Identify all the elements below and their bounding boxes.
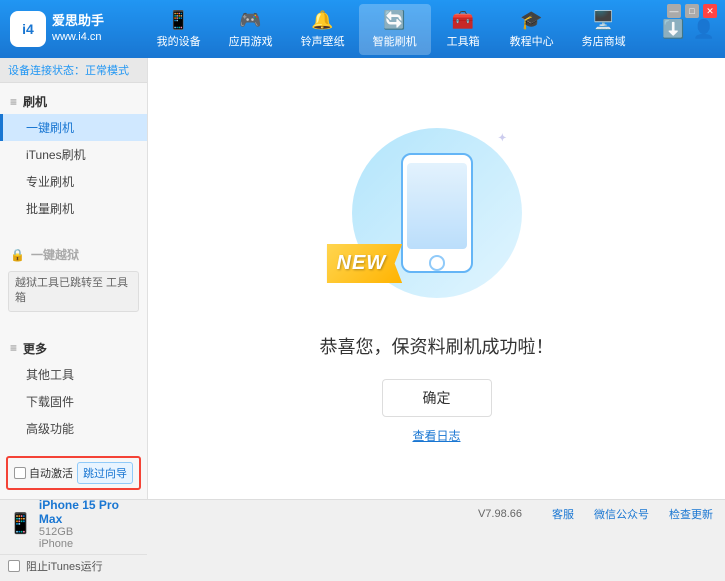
service-icon: 🖥️ [592, 10, 614, 31]
tab-apps-games[interactable]: 🎮 应用游戏 [215, 4, 287, 55]
more-section-title: ≡ 更多 [0, 336, 147, 361]
sidebar-item-download-firmware[interactable]: 下载固件 [0, 388, 147, 415]
content-area: ✦ ✦ ✦ ★ NEW ★ 恭喜您，保资料刷机成功啦！ 确定 查看日志 [148, 58, 725, 499]
apps-icon: 🎮 [239, 10, 261, 31]
window-controls: — □ ✕ [667, 4, 717, 18]
jailbreak-label: 一键越狱 [31, 246, 79, 263]
nav-tabs: 📱 我的设备 🎮 应用游戏 🔔 铃声壁纸 🔄 智能刷机 🧰 工具箱 🎓 教程中心… [120, 4, 662, 55]
tab-flash-label: 智能刷机 [373, 33, 417, 49]
tab-toolbox[interactable]: 🧰 工具箱 [431, 4, 496, 55]
status-label: 设备连接状态： [8, 65, 85, 77]
wechat-link[interactable]: 微信公众号 [594, 506, 649, 522]
tab-service[interactable]: 🖥️ 务店商域 [568, 4, 640, 55]
version-label: V7.98.66 [478, 508, 522, 520]
tab-service-label: 务店商域 [582, 33, 626, 49]
maximize-button[interactable]: □ [685, 4, 699, 18]
status-value: 正常模式 [85, 65, 129, 77]
phone-home-btn [429, 255, 445, 271]
toolbox-icon: 🧰 [452, 10, 474, 31]
sparkle-top-left: ✦ [362, 138, 374, 155]
phone-screen [407, 163, 467, 249]
ringtone-icon: 🔔 [311, 10, 333, 31]
logo-char: i4 [22, 21, 34, 37]
sidebar-bottom: 自动激活 跳过向导 📱 iPhone 15 Pro Max 512GB iPho… [0, 448, 147, 581]
device-type: iPhone [39, 538, 139, 550]
jailbreak-section: 🔒 一键越狱 越狱工具已跳转至 工具箱 [0, 236, 147, 322]
sidebar: 设备连接状态：正常模式 ≡ 刷机 一键刷机 iTunes刷机 专业刷机 批量刷机… [0, 58, 148, 499]
sidebar-item-batch-flash[interactable]: 批量刷机 [0, 195, 147, 222]
sidebar-item-other-tools[interactable]: 其他工具 [0, 361, 147, 388]
tab-ringtone[interactable]: 🔔 铃声壁纸 [287, 4, 359, 55]
lock-icon: 🔒 [10, 248, 25, 262]
sparkle-top-right: ✦ [498, 133, 506, 144]
success-message: 恭喜您，保资料刷机成功啦！ [320, 333, 554, 359]
logo-text: 爱思助手 www.i4.cn [52, 12, 104, 46]
customer-service-link[interactable]: 客服 [552, 506, 574, 522]
device-name: iPhone 15 Pro Max [39, 498, 139, 526]
auto-activate-label: 自动激活 [29, 465, 73, 481]
sidebar-item-itunes-flash[interactable]: iTunes刷机 [0, 141, 147, 168]
flash-section: ≡ 刷机 一键刷机 iTunes刷机 专业刷机 批量刷机 [0, 83, 147, 228]
new-badge: ★ NEW ★ [327, 244, 403, 283]
jailbreak-notice: 越狱工具已跳转至 工具箱 [8, 271, 139, 312]
device-details: iPhone 15 Pro Max 512GB iPhone [39, 498, 139, 550]
main-layout: 设备连接状态：正常模式 ≡ 刷机 一键刷机 iTunes刷机 专业刷机 批量刷机… [0, 58, 725, 499]
new-text: NEW [337, 252, 387, 275]
logo-area: i4 爱思助手 www.i4.cn [10, 11, 120, 47]
website: www.i4.cn [52, 30, 104, 45]
stop-itunes-row[interactable]: 阻止iTunes运行 [0, 554, 147, 577]
brand-name: 爱思助手 [52, 12, 104, 30]
tab-tutorial[interactable]: 🎓 教程中心 [496, 4, 568, 55]
tab-smart-flash[interactable]: 🔄 智能刷机 [359, 4, 431, 55]
auto-activate-row: 自动激活 跳过向导 [6, 456, 141, 490]
logo-icon: i4 [10, 11, 46, 47]
top-right-area: ⬇️ 👤 [662, 19, 715, 40]
flash-section-label: 刷机 [23, 93, 47, 110]
device-icon: 📱 [167, 10, 189, 31]
auto-activate-checkbox[interactable]: 自动激活 [14, 465, 73, 481]
confirm-button[interactable]: 确定 [382, 379, 492, 417]
jailbreak-section-title: 🔒 一键越狱 [0, 242, 147, 267]
skip-guide-button[interactable]: 跳过向导 [77, 462, 133, 484]
download-button[interactable]: ⬇️ [662, 19, 684, 40]
auto-activate-cb[interactable] [14, 467, 26, 479]
top-bar: — □ ✕ i4 爱思助手 www.i4.cn 📱 我的设备 🎮 应用游戏 🔔 … [0, 0, 725, 58]
log-link[interactable]: 查看日志 [412, 427, 460, 444]
tab-ringtone-label: 铃声壁纸 [301, 33, 345, 49]
tab-apps-label: 应用游戏 [229, 33, 273, 49]
sidebar-item-one-key-flash[interactable]: 一键刷机 [0, 114, 147, 141]
sidebar-item-pro-flash[interactable]: 专业刷机 [0, 168, 147, 195]
stop-itunes-checkbox[interactable] [8, 560, 20, 572]
flash-section-title: ≡ 刷机 [0, 89, 147, 114]
user-button[interactable]: 👤 [693, 19, 715, 40]
status-bar: 设备连接状态：正常模式 [0, 58, 147, 83]
device-row: 📱 iPhone 15 Pro Max 512GB iPhone [0, 494, 147, 554]
more-section-icon: ≡ [10, 341, 17, 355]
new-ribbon: ★ NEW ★ [327, 244, 403, 283]
phone-illustration: ✦ ✦ ✦ ★ NEW ★ [337, 113, 537, 313]
flash-section-icon: ≡ [10, 95, 17, 109]
tutorial-icon: 🎓 [520, 10, 542, 31]
flash-icon: 🔄 [383, 10, 405, 31]
sidebar-item-advanced[interactable]: 高级功能 [0, 415, 147, 442]
tab-my-device-label: 我的设备 [157, 33, 201, 49]
phone-body [401, 153, 473, 273]
tab-tutorial-label: 教程中心 [510, 33, 554, 49]
more-section: ≡ 更多 其他工具 下载固件 高级功能 [0, 330, 147, 448]
device-storage: 512GB [39, 526, 139, 538]
minimize-button[interactable]: — [667, 4, 681, 18]
star-left-icon: ★ [319, 258, 328, 269]
device-phone-icon: 📱 [8, 511, 33, 536]
stop-itunes-label: 阻止iTunes运行 [26, 558, 103, 574]
tab-my-device[interactable]: 📱 我的设备 [143, 4, 215, 55]
more-section-label: 更多 [23, 340, 47, 357]
check-update-link[interactable]: 检查更新 [669, 506, 713, 522]
close-button[interactable]: ✕ [703, 4, 717, 18]
tab-toolbox-label: 工具箱 [447, 33, 480, 49]
